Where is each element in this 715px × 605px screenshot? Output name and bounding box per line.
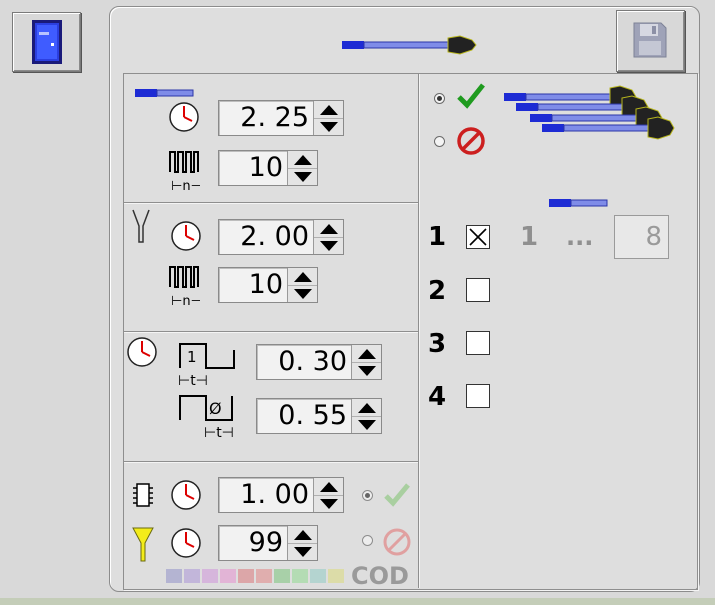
- svg-text:⊢t⊣: ⊢t⊣: [178, 373, 208, 388]
- clock-icon: [170, 527, 202, 563]
- color-swatch: [238, 569, 254, 583]
- floppy-disk-icon: [633, 22, 667, 62]
- exit-button[interactable]: [12, 12, 81, 72]
- clock-icon: [170, 479, 202, 515]
- channel-label-4: 4: [428, 382, 447, 412]
- t2-label: Ø: [209, 399, 222, 418]
- spin-down-button[interactable]: [314, 118, 343, 135]
- spin-down-button[interactable]: [314, 237, 343, 254]
- t1-spinbox[interactable]: 0. 30: [256, 344, 382, 380]
- checkmark-icon: [383, 482, 411, 512]
- time-value-1: 2. 25: [240, 102, 309, 133]
- spin-down-button[interactable]: [288, 543, 317, 560]
- count-value-1: 10: [248, 152, 283, 183]
- clock-icon: [126, 336, 158, 372]
- color-swatch: [274, 569, 290, 583]
- enable-radio[interactable]: [434, 93, 445, 104]
- color-swatch: [292, 569, 308, 583]
- color-swatch: [184, 569, 200, 583]
- channel-checkbox-1[interactable]: [466, 225, 490, 249]
- spin-up-button[interactable]: [288, 268, 317, 286]
- clock-icon: [168, 101, 200, 137]
- spin-down-button[interactable]: [352, 362, 381, 379]
- section-divider-1: [124, 202, 418, 204]
- section-divider-2: [124, 331, 418, 333]
- count-spinbox-2[interactable]: 10: [218, 267, 318, 303]
- svg-text:⊢t⊣: ⊢t⊣: [204, 425, 234, 440]
- spin-up-button[interactable]: [314, 220, 343, 238]
- spin-up-button[interactable]: [352, 399, 381, 417]
- spin-up-button[interactable]: [352, 345, 381, 363]
- disable-radio-disabled[interactable]: [362, 535, 373, 546]
- probe-icon: [549, 194, 609, 213]
- pulse-train-icon: ⊢n⊣: [168, 265, 202, 311]
- t2-value: 0. 55: [278, 400, 347, 431]
- enable-radio-disabled[interactable]: [362, 490, 373, 501]
- save-button[interactable]: [616, 10, 685, 72]
- door-icon: [31, 19, 63, 69]
- chip-icon: [132, 482, 154, 512]
- count-value-2: 10: [248, 269, 283, 300]
- prohibited-icon: [382, 527, 412, 561]
- channel-label-1: 1: [428, 222, 447, 252]
- range-to-field[interactable]: 8: [614, 215, 669, 259]
- multi-probe-icon: [504, 84, 684, 148]
- section-divider-3: [124, 461, 418, 463]
- time-spinbox-1[interactable]: 2. 25: [218, 100, 344, 136]
- column-divider: [418, 74, 420, 588]
- spin-up-button[interactable]: [314, 478, 343, 496]
- cod-label: COD: [351, 562, 409, 590]
- channel-checkbox-3[interactable]: [466, 331, 490, 355]
- clock-icon: [170, 220, 202, 256]
- time-spinbox-4[interactable]: 1. 00: [218, 477, 344, 513]
- spin-down-button[interactable]: [288, 285, 317, 302]
- svg-text:⊢n⊣: ⊢n⊣: [171, 179, 200, 192]
- color-swatch: [166, 569, 182, 583]
- color-swatch: [220, 569, 236, 583]
- color-swatch: [256, 569, 272, 583]
- time-value-2: 2. 00: [240, 221, 309, 252]
- spin-up-button[interactable]: [288, 526, 317, 544]
- probe-icon: [342, 30, 482, 64]
- spin-down-button[interactable]: [314, 495, 343, 512]
- t2-spinbox[interactable]: 0. 55: [256, 398, 382, 434]
- status-strip: [0, 598, 715, 605]
- count-value-4: 99: [248, 527, 283, 558]
- spin-up-button[interactable]: [314, 101, 343, 119]
- spin-down-button[interactable]: [288, 168, 317, 185]
- color-swatch: [202, 569, 218, 583]
- channel-checkbox-4[interactable]: [466, 384, 490, 408]
- svg-text:⊢n⊣: ⊢n⊣: [171, 294, 200, 307]
- checkmark-icon: [456, 82, 486, 114]
- pulse-high-icon: 1 ⊢t⊣: [178, 342, 238, 392]
- range-dots: ...: [566, 223, 594, 251]
- channel-label-3: 3: [428, 329, 447, 359]
- time-value-4: 1. 00: [240, 479, 309, 510]
- disable-radio[interactable]: [434, 136, 445, 147]
- pulse-low-icon: Ø ⊢t⊣: [178, 394, 238, 444]
- range-from: 1: [520, 222, 539, 252]
- count-spinbox-1[interactable]: 10: [218, 150, 318, 186]
- color-swatch: [310, 569, 326, 583]
- fork-icon: [131, 208, 151, 248]
- spin-up-button[interactable]: [288, 151, 317, 169]
- channel-label-2: 2: [428, 276, 447, 306]
- t1-value: 0. 30: [278, 346, 347, 377]
- t1-label: 1: [187, 348, 197, 366]
- prohibited-icon: [456, 126, 486, 160]
- spin-down-button[interactable]: [352, 416, 381, 433]
- channel-checkbox-2[interactable]: [466, 278, 490, 302]
- pulse-train-icon: ⊢n⊣: [168, 150, 202, 196]
- funnel-icon: [132, 527, 154, 567]
- time-spinbox-2[interactable]: 2. 00: [218, 219, 344, 255]
- color-swatch: [328, 569, 344, 583]
- count-spinbox-4[interactable]: 99: [218, 525, 318, 561]
